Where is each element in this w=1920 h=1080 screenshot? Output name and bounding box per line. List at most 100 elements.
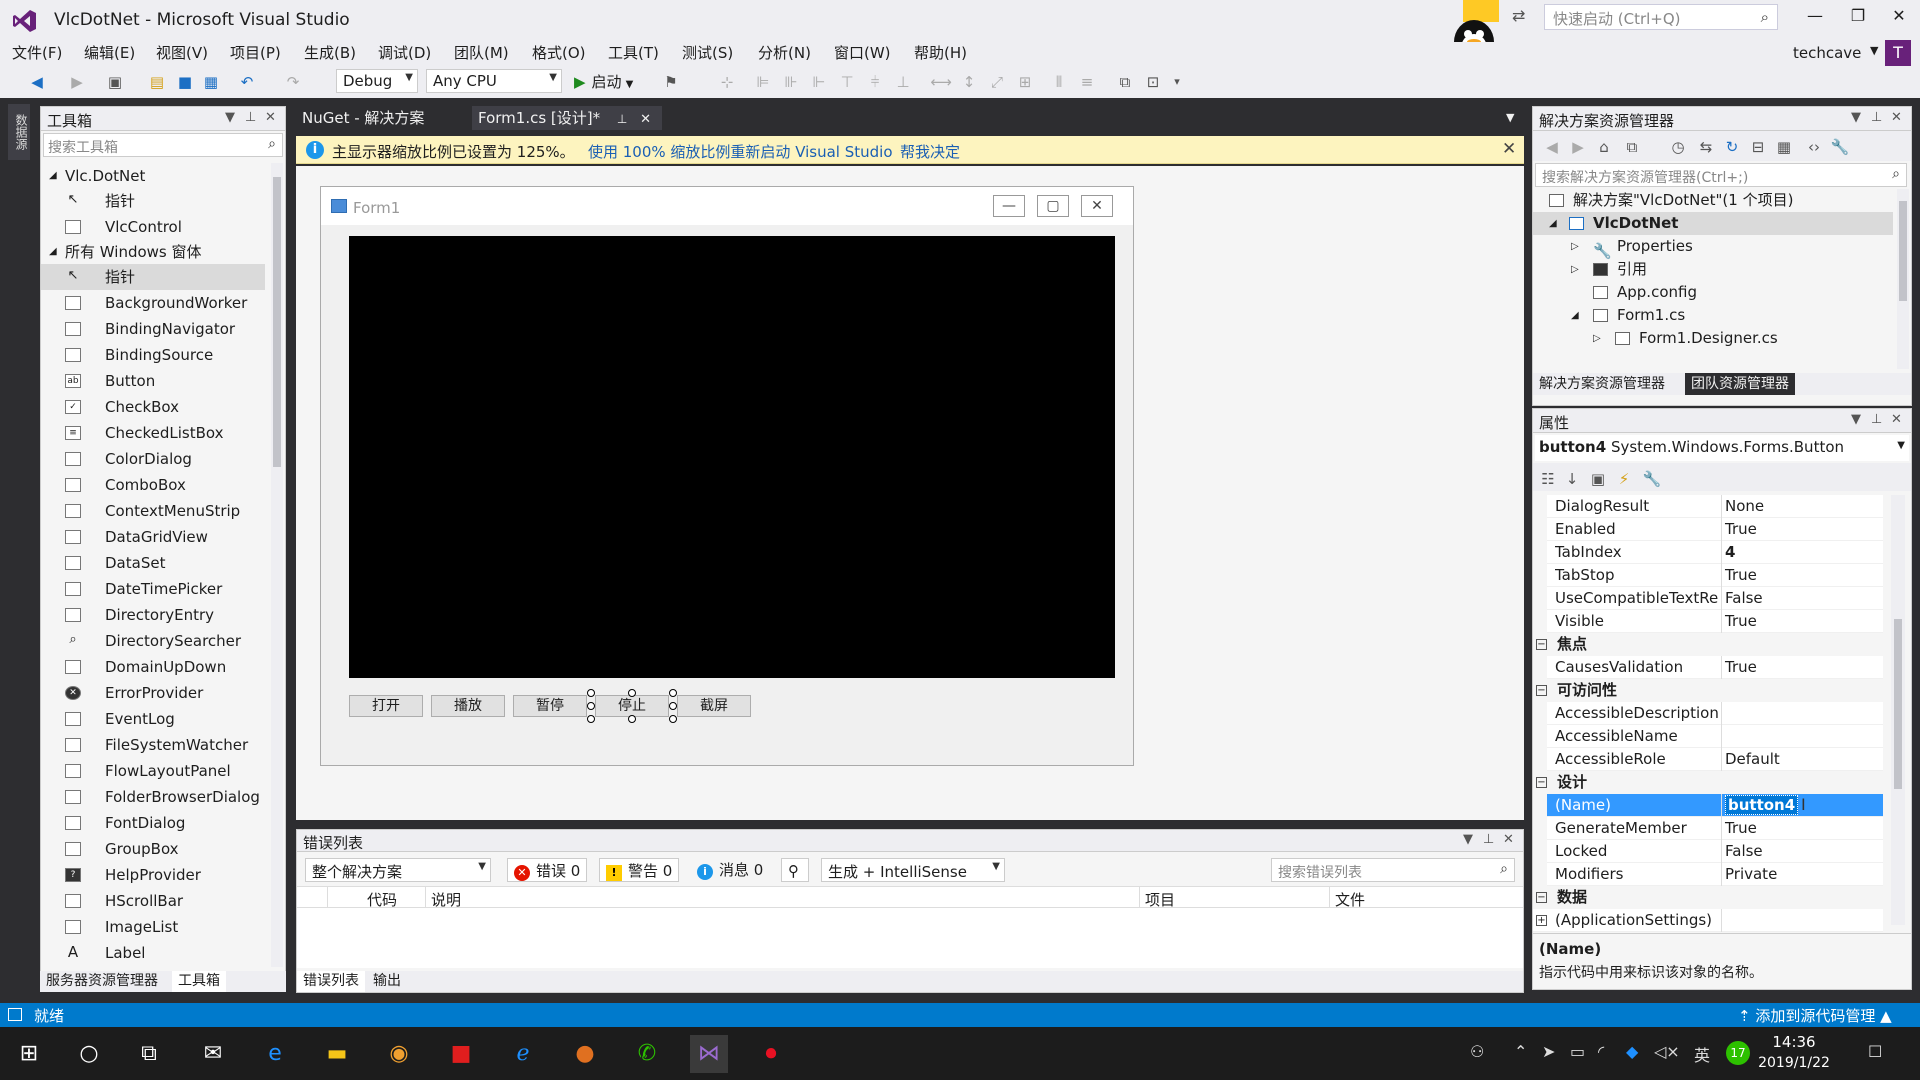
error-search-input[interactable]: 搜索错误列表 ⌕ — [1271, 858, 1515, 882]
toolbox-item[interactable]: ↖ 指针 — [41, 188, 265, 214]
toolbox-item[interactable]: ImageList — [41, 914, 265, 940]
tab-form1-design[interactable]: Form1.cs [设计]* ⊥ ✕ — [472, 106, 662, 130]
platform-select[interactable]: Any CPU ▼ — [426, 69, 562, 93]
collapse-all-icon[interactable]: ⊟ — [1747, 136, 1769, 158]
properties-icon[interactable]: ▣ — [1587, 468, 1609, 490]
undo-icon[interactable]: ↶ — [236, 71, 258, 93]
property-row[interactable]: TabIndex 4 — [1547, 541, 1883, 564]
refresh-icon[interactable]: ↻ — [1721, 136, 1743, 158]
switch-views-icon[interactable]: ⧉ — [1621, 136, 1643, 158]
property-pages-icon[interactable]: 🔧 — [1641, 468, 1663, 490]
properties-wrench-icon[interactable]: 🔧 — [1829, 136, 1851, 158]
back-icon[interactable]: ◀ — [1541, 136, 1563, 158]
tree-item-app-config[interactable]: App.config — [1533, 281, 1893, 304]
same-width-icon[interactable]: ⟷ — [930, 71, 952, 93]
filter-icon[interactable]: ⚲ — [781, 858, 809, 882]
notification-count-badge[interactable]: 17 — [1726, 1041, 1750, 1065]
form-play-button[interactable]: 播放 — [431, 695, 505, 717]
pin-icon[interactable]: ⊥ — [245, 110, 256, 125]
category-design[interactable]: − 设计 — [1533, 771, 1883, 794]
recorder-icon[interactable]: ⏺ — [752, 1035, 790, 1073]
home-icon[interactable]: ⌂ — [1593, 136, 1615, 158]
tree-item-solution[interactable]: 解决方案"VlcDotNet"(1 个项目) — [1533, 189, 1893, 212]
pin-icon[interactable]: ⊥ — [1483, 832, 1494, 847]
menu-team[interactable]: 团队(M) — [446, 42, 517, 66]
search-icon[interactable]: ○ — [70, 1035, 108, 1073]
bring-front-icon[interactable]: ⧉ — [1114, 71, 1136, 93]
source-select[interactable]: 生成 + IntelliSense ▼ — [821, 858, 1005, 882]
tab-team-explorer[interactable]: 团队资源管理器 — [1685, 373, 1795, 395]
scrollbar-thumb[interactable] — [1894, 619, 1902, 789]
save-icon[interactable]: ■ — [174, 71, 196, 93]
align-middle-icon[interactable]: ⫩ — [864, 71, 886, 93]
toolbox-item[interactable]: DataSet — [41, 550, 265, 576]
config-select[interactable]: Debug ▼ — [336, 69, 418, 93]
quick-launch-input[interactable]: 快速启动 (Ctrl+Q) ⌕ — [1544, 4, 1778, 30]
redo-icon[interactable]: ↷ — [282, 71, 304, 93]
pin-icon[interactable]: ⊥ — [1871, 412, 1882, 427]
save-all-icon[interactable]: ▦ — [200, 71, 222, 93]
chevron-down-icon[interactable]: ▼ — [1500, 106, 1520, 130]
pending-changes-icon[interactable]: ◷ — [1667, 136, 1689, 158]
pin-icon[interactable]: ⊥ — [1871, 110, 1882, 125]
same-height-icon[interactable]: ↕ — [958, 71, 980, 93]
toolbox-item[interactable]: EventLog — [41, 706, 265, 732]
user-name[interactable]: techcave — [1793, 44, 1861, 62]
tree-item-references[interactable]: ▷ 引用 — [1533, 258, 1893, 281]
ime-indicator[interactable]: 英 — [1694, 1042, 1710, 1066]
data-sources-tab[interactable]: 数据源 — [8, 104, 30, 160]
task-view-icon[interactable]: ⧉ — [130, 1035, 168, 1073]
property-row[interactable]: Modifiers Private — [1547, 863, 1883, 886]
help-me-decide-link[interactable]: 帮我决定 — [900, 141, 960, 162]
align-right-icon[interactable]: ⊩ — [808, 71, 830, 93]
toolbox-item[interactable]: ContextMenuStrip — [41, 498, 265, 524]
form-stop-button-selected[interactable]: 停止 — [595, 695, 669, 717]
toolbox-item[interactable]: DomainUpDown — [41, 654, 265, 680]
property-row[interactable]: AccessibleDescription — [1547, 702, 1883, 725]
mail-icon[interactable]: ✉ — [194, 1035, 232, 1073]
visual-studio-taskbar-icon[interactable]: ⋈ — [690, 1035, 728, 1073]
file-explorer-icon[interactable]: ▬ — [318, 1035, 356, 1073]
toolbox-item[interactable]: GroupBox — [41, 836, 265, 862]
close-icon[interactable]: ✕ — [1502, 139, 1516, 159]
tab-output[interactable]: 输出 — [367, 971, 407, 992]
toolbox-search-input[interactable]: 搜索工具箱 ⌕ — [43, 133, 283, 157]
form-designer-window[interactable]: Form1 — ▢ ✕ 打开 播放 暂停 停止 截屏 — [320, 186, 1134, 766]
add-to-source-control-button[interactable]: ⇡ 添加到源代码管理 ▲ — [1738, 1005, 1892, 1026]
tree-item-properties[interactable]: ▷ 🔧 Properties — [1533, 235, 1893, 260]
resize-handle[interactable] — [669, 702, 677, 710]
tab-toolbox[interactable]: 工具箱 — [172, 971, 226, 992]
solution-search-input[interactable]: 搜索解决方案资源管理器(Ctrl+;) ⌕ — [1535, 163, 1907, 187]
menu-tools[interactable]: 工具(T) — [600, 42, 667, 66]
alphabetical-icon[interactable]: ↓ — [1561, 468, 1583, 490]
tab-order-icon[interactable]: ⊡ — [1142, 71, 1164, 93]
battery-icon[interactable]: ▭ — [1570, 1042, 1585, 1061]
property-row[interactable]: AccessibleRole Default — [1547, 748, 1883, 771]
chevron-down-icon[interactable]: ▼ — [1870, 44, 1878, 57]
toolbox-scrollbar[interactable] — [271, 163, 283, 967]
media-app-icon[interactable]: ● — [566, 1035, 604, 1073]
volume-icon[interactable]: ◁× — [1654, 1042, 1680, 1061]
vlc-video-control[interactable] — [349, 236, 1115, 678]
toolbox-group-vlc[interactable]: ◢ Vlc.DotNet — [41, 164, 265, 188]
app-tray-icon[interactable]: ◆ — [1626, 1042, 1638, 1061]
resize-handle[interactable] — [587, 702, 595, 710]
tree-item-form1[interactable]: ◢ Form1.cs — [1533, 304, 1893, 327]
menu-debug[interactable]: 调试(D) — [370, 42, 439, 66]
property-row-app-settings[interactable]: + (ApplicationSettings) — [1533, 909, 1883, 932]
windows-start-icon[interactable]: ⊞ — [10, 1035, 48, 1073]
tab-solution-explorer[interactable]: 解决方案资源管理器 — [1533, 373, 1671, 395]
resize-handle[interactable] — [587, 689, 595, 697]
menu-test[interactable]: 测试(S) — [674, 42, 741, 66]
align-center-icon[interactable]: ⊪ — [780, 71, 802, 93]
overflow-icon[interactable]: ▾ — [1166, 71, 1188, 93]
column-code[interactable]: 代码 — [367, 889, 397, 910]
feedback-icon[interactable]: ⇄ — [1512, 6, 1534, 28]
messages-filter-button[interactable]: i 消息 0 — [691, 858, 769, 882]
send-icon[interactable]: ➤ — [1542, 1042, 1555, 1061]
property-row[interactable]: TabStop True — [1547, 564, 1883, 587]
menu-file[interactable]: 文件(F) — [4, 42, 70, 66]
action-center-icon[interactable]: ☐ — [1868, 1042, 1882, 1061]
restore-button[interactable]: ❐ — [1843, 6, 1873, 30]
attach-icon[interactable]: ⚑ — [660, 71, 682, 93]
